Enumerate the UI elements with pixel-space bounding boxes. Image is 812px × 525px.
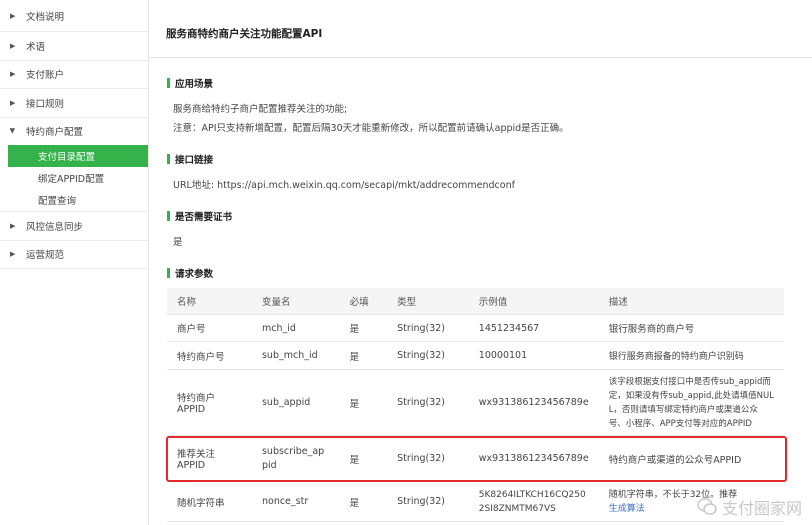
sidebar-subitem-label: 绑定APPID配置 [38,174,105,185]
sidebar-item-label: 特约商户配置 [26,127,84,139]
cell-example: 5K8264ILTKCH16CQ2502SI8ZNMTM67VS [468,481,599,522]
section-marker [167,268,170,278]
cell-var: sub_mch_id [251,341,340,370]
chevron-down-icon: ▶ [8,128,17,134]
sidebar-subitem-pay-directory[interactable]: 支付目录配置 [8,145,148,167]
chevron-right-icon: ▶ [10,221,16,230]
sidebar: ▶ 文档说明 ▶ 术语 ▶ 支付账户 ▶ 接口规则 ▶ 特约商户配置 支付目录配… [0,0,149,525]
sidebar-item-terms[interactable]: ▶ 术语 [0,32,148,61]
chevron-right-icon: ▶ [10,70,16,79]
section-heading-text: 请求参数 [175,269,214,280]
section-heading-text: 是否需要证书 [175,212,233,223]
col-header-required: 必填 [339,288,388,315]
section-heading-params: 请求参数 [167,266,213,280]
sidebar-item-label: 术语 [26,41,46,53]
wechat-icon [697,498,717,515]
col-header-type: 类型 [387,288,469,315]
cell-name: 随机字符串 [167,481,252,522]
section-marker [167,78,170,88]
section-marker [167,154,170,164]
cell-required: 是 [339,314,388,342]
cell-type: String(32) [387,341,469,370]
scene-line-2: 注意：API只支持新增配置，配置后隔30天才能重新修改，所以配置前请确认appi… [173,123,569,134]
cell-name: 特约商户号 [167,341,252,370]
sidebar-subitem-bind-appid[interactable]: 绑定APPID配置 [0,167,148,189]
highlight-box [166,436,787,482]
col-header-var: 变量名 [251,288,340,315]
sidebar-item-label: 支付账户 [26,70,65,82]
sidebar-item-risk-sync[interactable]: ▶ 风控信息同步 [0,212,148,241]
page-title: 服务商特约商户关注功能配置API [166,28,323,40]
cell-type: String(32) [387,481,469,522]
sidebar-item-label: 风控信息同步 [26,221,84,233]
sidebar-item-label: 运营规范 [26,250,65,262]
table-header-row: 名称 变量名 必填 类型 示例值 描述 [167,288,784,315]
cell-example: 10000101 [468,341,599,370]
chevron-right-icon: ▶ [10,41,16,50]
cert-value: 是 [173,237,183,248]
section-heading-link: 接口链接 [167,152,213,166]
table-row: 特约商户号 sub_mch_id 是 String(32) 10000101 银… [167,341,784,370]
cell-required: 是 [339,341,388,370]
table-row: 随机字符串 nonce_str 是 String(32) 5K8264ILTKC… [167,481,784,522]
table-row: 特约商户APPID sub_appid 是 String(32) wx93138… [167,369,784,436]
divider [149,57,812,58]
cell-desc: 该字段根据支付接口中是否传sub_appid而定，如果没有传sub_appid,… [598,369,784,436]
col-header-name: 名称 [167,288,252,315]
section-heading-text: 接口链接 [175,155,214,166]
cell-required: 是 [339,369,388,436]
table-row: 商户号 mch_id 是 String(32) 1451234567 银行服务商… [167,314,784,342]
sidebar-item-rules[interactable]: ▶ 接口规则 [0,89,148,118]
sidebar-item-ops-norms[interactable]: ▶ 运营规范 [0,241,148,269]
cell-required: 是 [339,481,388,522]
section-marker [167,211,170,221]
generate-algorithm-link[interactable]: 生成算法 [609,504,645,514]
cell-desc: 银行服务商报备的特约商户识别码 [598,341,784,370]
cell-var: mch_id [251,314,340,342]
sidebar-item-merchant-config[interactable]: ▶ 特约商户配置 [0,118,148,146]
chevron-right-icon: ▶ [10,98,16,107]
params-table: 名称 变量名 必填 类型 示例值 描述 商户号 mch_id 是 String(… [167,288,784,522]
section-heading-text: 应用场景 [175,79,214,90]
cell-type: String(32) [387,314,469,342]
api-url: URL地址: https://api.mch.weixin.qq.com/sec… [173,180,515,191]
watermark-text: 支付圈家网 [721,499,802,518]
chevron-right-icon: ▶ [10,250,16,259]
sidebar-item-accounts[interactable]: ▶ 支付账户 [0,61,148,89]
chevron-right-icon: ▶ [10,11,16,20]
sidebar-subitem-label: 支付目录配置 [38,152,96,163]
watermark: 支付圈家网 [697,495,802,519]
sidebar-subitem-label: 配置查询 [38,196,77,207]
cell-var: nonce_str [251,481,340,522]
cell-name: 商户号 [167,314,252,342]
cell-desc: 银行服务商的商户号 [598,314,784,342]
col-header-example: 示例值 [468,288,599,315]
cell-name: 特约商户APPID [167,369,252,436]
cell-example: wx931386123456789e [468,369,599,436]
sidebar-subitem-config-query[interactable]: 配置查询 [0,189,148,212]
cell-type: String(32) [387,369,469,436]
col-header-desc: 描述 [598,288,784,315]
section-heading-cert: 是否需要证书 [167,209,232,223]
scene-line-1: 服务商给特约子商户配置推荐关注的功能; [173,104,348,115]
cell-example: 1451234567 [468,314,599,342]
cell-var: sub_appid [251,369,340,436]
sidebar-item-docs[interactable]: ▶ 文档说明 [0,0,148,32]
section-heading-scene: 应用场景 [167,76,213,90]
sidebar-item-label: 文档说明 [26,11,65,23]
sidebar-item-label: 接口规则 [26,98,65,110]
